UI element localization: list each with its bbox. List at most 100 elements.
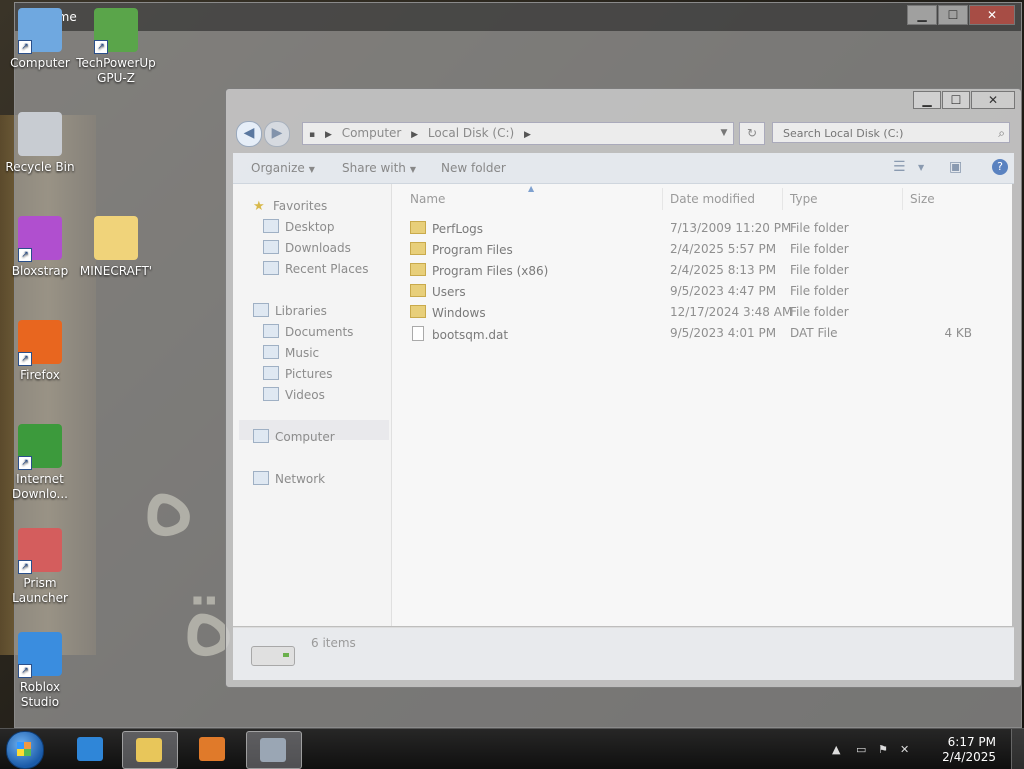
address-bar[interactable]: ▪ ▶ Computer ▶ Local Disk (C:) ▶ ▼ xyxy=(302,122,734,145)
taskbar-game-window-button[interactable] xyxy=(246,731,302,769)
new-folder-button[interactable]: New folder xyxy=(441,161,506,175)
search-box[interactable]: ⌕ xyxy=(772,122,1010,143)
nav-favorites-label: Favorites xyxy=(273,199,328,213)
help-button[interactable]: ? xyxy=(992,159,1008,175)
nav-recent-places[interactable]: Recent Places xyxy=(263,260,368,278)
desktop-icon-bloxstrap[interactable]: ↗ Bloxstrap xyxy=(0,216,80,279)
windows-explorer-icon xyxy=(136,738,162,762)
internet-download-manager-icon: ↗ xyxy=(18,424,62,470)
shortcut-arrow-icon: ↗ xyxy=(18,248,32,262)
chevron-right-icon[interactable]: ▶ xyxy=(411,130,418,140)
file-row[interactable]: Program Files (x86) 2/4/2025 8:13 PM File … xyxy=(392,260,1012,281)
column-header-type[interactable]: Type xyxy=(790,192,818,206)
chevron-down-icon: ▼ xyxy=(409,165,417,174)
column-header-size[interactable]: Size xyxy=(910,192,935,206)
taskbar: ▲ ▭ ⚑ ✕ 6:17 PM 2/4/2025 xyxy=(0,728,1024,769)
chevron-right-icon[interactable]: ▶ xyxy=(325,130,332,140)
chevron-down-icon: ▼ xyxy=(308,165,315,174)
desktop-icon-roblox-studio[interactable]: ↗ Roblox Studio xyxy=(0,632,80,710)
action-center-flag-icon[interactable]: ⚑ xyxy=(878,743,888,756)
game-minimize-button[interactable]: ▁ xyxy=(907,5,937,25)
nav-recent-places-label: Recent Places xyxy=(285,262,369,276)
drive-icon xyxy=(251,646,295,666)
desktop-icon-computer[interactable]: ↗ Computer xyxy=(0,8,80,71)
nav-videos[interactable]: Videos xyxy=(263,386,325,404)
search-icon[interactable]: ⌕ xyxy=(998,123,1005,144)
shortcut-arrow-icon: ↗ xyxy=(18,560,32,574)
breadcrumb-computer[interactable]: Computer xyxy=(342,123,402,144)
file-date-modified: 12/17/2024 3:48 AM xyxy=(670,305,793,319)
desktop-icon-folder[interactable]: MINECRAFT' xyxy=(76,216,156,279)
file-date-modified: 2/4/2025 8:13 PM xyxy=(670,263,777,277)
desktop-icon-label: Computer xyxy=(10,56,70,70)
game-maximize-button[interactable]: ☐ xyxy=(938,5,968,25)
chevron-right-icon[interactable]: ▶ xyxy=(524,130,531,140)
nav-music[interactable]: Music xyxy=(263,344,319,362)
file-row[interactable]: PerfLogs 7/13/2009 11:20 PM File folder xyxy=(392,218,1012,239)
share-with-button[interactable]: Share with ▼ xyxy=(342,161,416,175)
address-dropdown-icon[interactable]: ▼ xyxy=(717,123,731,144)
navigation-pane: ★ Favorites Desktop Downloads Recent Plac… xyxy=(233,184,392,626)
taskbar-windows-explorer-button[interactable] xyxy=(122,731,178,769)
desktop-icon-firefox[interactable]: ↗ Firefox xyxy=(0,320,80,383)
file-date-modified: 7/13/2009 11:20 PM xyxy=(670,221,792,235)
volume-muted-icon[interactable]: ✕ xyxy=(900,743,909,756)
file-name-cell: Program Files (x86) xyxy=(410,263,548,278)
item-count: 6 items xyxy=(311,636,356,650)
refresh-button[interactable]: ↻ xyxy=(739,122,765,145)
column-header-name[interactable]: Name xyxy=(410,192,445,206)
file-row[interactable]: Windows 12/17/2024 3:48 AM File folder xyxy=(392,302,1012,323)
system-clock[interactable]: 6:17 PM 2/4/2025 xyxy=(942,735,996,765)
nav-documents[interactable]: Documents xyxy=(263,323,353,341)
nav-computer[interactable]: Computer xyxy=(253,428,335,446)
explorer-maximize-button[interactable]: ☐ xyxy=(942,91,970,109)
search-input[interactable] xyxy=(781,126,985,141)
nav-libraries[interactable]: Libraries xyxy=(253,302,327,320)
show-hidden-icons[interactable]: ▲ xyxy=(832,743,840,756)
desktop-icon-prism-launcher[interactable]: ↗ Prism Launcher xyxy=(0,528,80,606)
show-desktop-button[interactable] xyxy=(1011,729,1024,769)
organize-button[interactable]: Organize ▼ xyxy=(251,161,315,175)
sort-ascending-icon: ▲ xyxy=(528,184,535,193)
file-name-cell: Windows xyxy=(410,305,486,320)
column-divider[interactable] xyxy=(662,188,663,210)
taskbar-media-player-button[interactable] xyxy=(186,731,240,767)
taskbar-internet-explorer-button[interactable] xyxy=(64,731,118,767)
nav-desktop[interactable]: Desktop xyxy=(263,218,335,236)
network-icon xyxy=(253,471,269,485)
preview-pane-icon[interactable]: ▣ xyxy=(949,159,962,175)
game-titlebar[interactable]: Game ▁ ☐ ✕ xyxy=(15,3,1021,31)
column-header-date-modified[interactable]: Date modified xyxy=(670,192,755,206)
desktop-icon-recycle-bin[interactable]: Recycle Bin xyxy=(0,112,80,175)
back-button[interactable]: ◀ xyxy=(236,121,262,147)
nav-favorites[interactable]: ★ Favorites xyxy=(253,197,327,215)
explorer-minimize-button[interactable]: ▁ xyxy=(913,91,941,109)
desktop-icon-internet-download-manager[interactable]: ↗ Internet Downlo... xyxy=(0,424,80,502)
file-row[interactable]: Users 9/5/2023 4:47 PM File folder xyxy=(392,281,1012,302)
file-type: File folder xyxy=(790,221,849,235)
column-divider[interactable] xyxy=(782,188,783,210)
recent-places-icon xyxy=(263,261,279,275)
explorer-window[interactable]: ▁ ☐ ✕ ◀ ▶ ▪ ▶ Computer ▶ Local Disk (C:)… xyxy=(225,88,1022,688)
file-row[interactable]: bootsqm.dat 9/5/2023 4:01 PM DAT File 4 KB xyxy=(392,323,1012,344)
view-dropdown-icon[interactable]: ▼ xyxy=(918,163,924,172)
file-row[interactable]: Program Files 2/4/2025 5:57 PM File folder xyxy=(392,239,1012,260)
music-icon xyxy=(263,345,279,359)
nav-computer-label: Computer xyxy=(275,430,335,444)
nav-downloads[interactable]: Downloads xyxy=(263,239,351,257)
folder-icon xyxy=(410,242,426,255)
nav-pictures[interactable]: Pictures xyxy=(263,365,333,383)
column-divider[interactable] xyxy=(902,188,903,210)
nav-network[interactable]: Network xyxy=(253,470,325,488)
folder-icon xyxy=(410,284,426,297)
view-options-icon[interactable]: ☰ xyxy=(893,159,906,175)
desktop-icon-gpu-z[interactable]: ↗ TechPowerUp GPU-Z xyxy=(76,8,156,86)
file-type: File folder xyxy=(790,305,849,319)
forward-button[interactable]: ▶ xyxy=(264,121,290,147)
monitor-icon[interactable]: ▭ xyxy=(856,743,866,756)
breadcrumb-local-disk[interactable]: Local Disk (C:) xyxy=(428,123,514,144)
explorer-close-button[interactable]: ✕ xyxy=(971,91,1015,109)
game-close-button[interactable]: ✕ xyxy=(969,5,1015,25)
start-button[interactable] xyxy=(6,731,44,769)
file-type: File folder xyxy=(790,284,849,298)
